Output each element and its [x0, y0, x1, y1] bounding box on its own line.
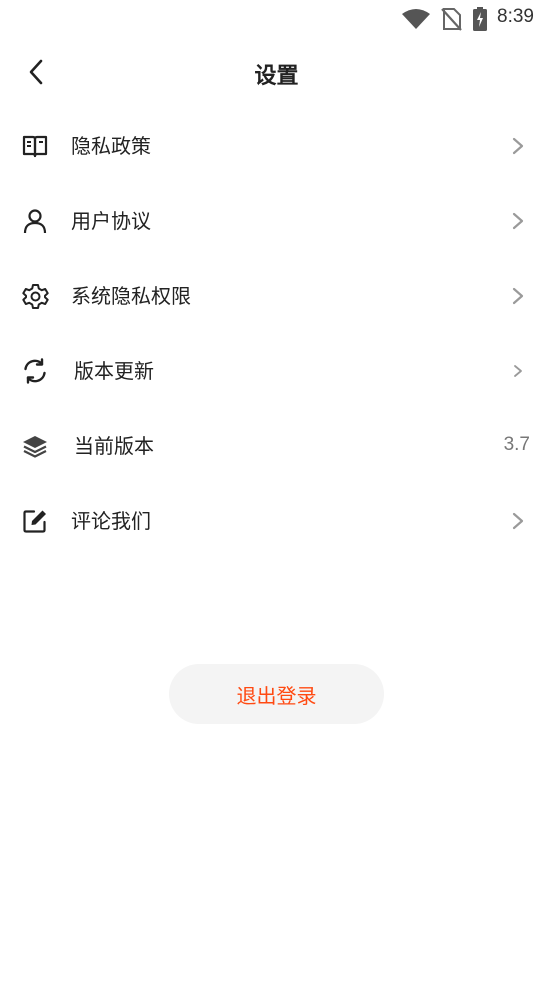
- battery-charging-icon: [472, 6, 488, 36]
- chevron-right-icon: [512, 212, 524, 230]
- app-bar: 设置: [0, 44, 553, 102]
- settings-item-label: 版本更新: [74, 359, 154, 383]
- settings-item-label: 当前版本: [74, 434, 154, 458]
- gear-icon: [21, 282, 49, 310]
- version-value: 3.7: [503, 434, 530, 455]
- chevron-right-icon: [514, 365, 522, 377]
- no-sim-icon: [440, 7, 462, 35]
- chevron-right-icon: [512, 287, 524, 305]
- status-bar: 8:39: [0, 0, 553, 36]
- chevron-right-icon: [512, 512, 524, 530]
- refresh-icon: [21, 357, 49, 385]
- settings-item-label: 评论我们: [71, 509, 151, 533]
- settings-item-version-update[interactable]: 版本更新: [0, 333, 553, 408]
- settings-item-label: 系统隐私权限: [71, 284, 191, 308]
- settings-item-label: 用户协议: [71, 209, 151, 233]
- settings-item-label: 隐私政策: [71, 134, 151, 158]
- chevron-right-icon: [512, 137, 524, 155]
- logout-button[interactable]: 退出登录: [169, 664, 384, 724]
- settings-item-privacy-policy[interactable]: 隐私政策: [0, 108, 553, 183]
- layers-icon: [21, 432, 49, 460]
- settings-list: 隐私政策 用户协议 系统隐私权限 版本更新 当前版本 3.7 评论我们: [0, 108, 553, 558]
- clock-time: 8:39: [497, 6, 534, 27]
- settings-item-current-version: 当前版本 3.7: [0, 408, 553, 483]
- settings-item-user-agreement[interactable]: 用户协议: [0, 183, 553, 258]
- settings-item-review-us[interactable]: 评论我们: [0, 483, 553, 558]
- wifi-icon: [401, 8, 431, 34]
- book-icon: [21, 132, 49, 160]
- settings-item-system-permissions[interactable]: 系统隐私权限: [0, 258, 553, 333]
- edit-icon: [21, 507, 49, 535]
- user-icon: [21, 207, 49, 235]
- page-title: 设置: [254, 64, 299, 89]
